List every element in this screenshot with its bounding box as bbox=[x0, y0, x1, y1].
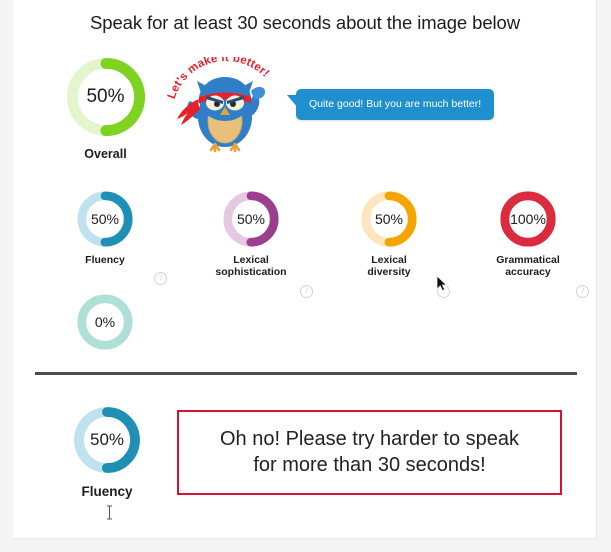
metric-fluency: 50% Fluency bbox=[45, 190, 165, 266]
text-cursor-ibeam bbox=[106, 505, 113, 520]
bottom-section: 50% Fluency Oh no! Please try harder to … bbox=[13, 405, 597, 535]
help-icon-lexical-sophistication[interactable]: ? bbox=[300, 285, 313, 298]
metric-lexical-sophistication-label-line2: sophistication bbox=[215, 266, 287, 279]
bottom-fluency-label: Fluency bbox=[81, 484, 133, 499]
metric-lexical-diversity: 50% Lexical diversity bbox=[329, 190, 449, 278]
metric-grammatical-accuracy-label: Grammatical accuracy bbox=[468, 254, 588, 278]
metric-lexical-sophistication-label: Lexical sophistication bbox=[191, 254, 311, 278]
warning-alert-text: Oh no! Please try harder to speak for mo… bbox=[220, 427, 519, 478]
warning-alert-line1: Oh no! Please try harder to speak bbox=[219, 427, 520, 450]
page-title: Speak for at least 30 seconds about the … bbox=[90, 12, 520, 33]
bottom-fluency-value: 50% bbox=[89, 430, 125, 449]
bottom-fluency-gauge: 50% bbox=[72, 405, 142, 475]
metric-grammatical-accuracy-value: 100% bbox=[510, 211, 546, 227]
overall-gauge: 50% bbox=[64, 55, 148, 139]
metric-fluency-value: 50% bbox=[90, 211, 120, 227]
metric-lexical-diversity-label-line2: diversity bbox=[367, 266, 411, 279]
metric-lexical-sophistication: 50% Lexical sophistication bbox=[191, 190, 311, 278]
content-card: Speak for at least 30 seconds about the … bbox=[13, 0, 597, 539]
metric-zero-gauge: 0% bbox=[76, 293, 134, 351]
ninja-owl-mascot-icon: Let's make it better! bbox=[165, 57, 285, 162]
overall-row: 50% Overall Let's make it better! Quite … bbox=[13, 55, 597, 175]
metric-grammatical-accuracy-gauge: 100% bbox=[499, 190, 557, 248]
warning-alert-box: Oh no! Please try harder to speak for mo… bbox=[177, 410, 562, 495]
metric-lexical-sophistication-gauge: 50% bbox=[222, 190, 280, 248]
help-icon-fluency[interactable]: ? bbox=[154, 272, 167, 285]
metric-fluency-label-line1: Fluency bbox=[85, 254, 125, 266]
metric-grammatical-accuracy-label-line1: Grammatical bbox=[496, 254, 560, 266]
overall-gauge-label: Overall bbox=[84, 147, 127, 161]
bottom-fluency-block: 50% Fluency bbox=[57, 405, 157, 500]
metric-zero: 0% bbox=[45, 293, 165, 351]
metric-lexical-diversity-gauge: 50% bbox=[360, 190, 418, 248]
overall-score-block: 50% Overall bbox=[53, 55, 158, 161]
metric-lexical-diversity-label-line1: Lexical bbox=[371, 254, 407, 266]
metric-grammatical-accuracy: 100% Grammatical accuracy bbox=[468, 190, 588, 278]
feedback-speech-bubble-text: Quite good! But you are much better! bbox=[309, 98, 482, 110]
metric-zero-value: 0% bbox=[94, 314, 116, 330]
feedback-speech-bubble: Quite good! But you are much better! bbox=[286, 89, 495, 120]
mouse-cursor-arrow bbox=[436, 275, 448, 292]
metric-fluency-label: Fluency bbox=[45, 254, 165, 266]
help-icon-grammatical-accuracy[interactable]: ? bbox=[576, 285, 589, 298]
header: Speak for at least 30 seconds about the … bbox=[13, 12, 597, 34]
metric-lexical-diversity-value: 50% bbox=[374, 211, 404, 227]
metric-fluency-gauge: 50% bbox=[76, 190, 134, 248]
metric-lexical-sophistication-value: 50% bbox=[236, 211, 266, 227]
metric-grammatical-accuracy-label-line2: accuracy bbox=[505, 266, 551, 279]
section-divider bbox=[35, 372, 577, 375]
metrics-grid: 50% Fluency 50% Lexical sophistication 5… bbox=[13, 190, 597, 365]
overall-gauge-value: 50% bbox=[86, 86, 125, 107]
app-root: Speak for at least 30 seconds about the … bbox=[0, 0, 611, 552]
metric-lexical-diversity-label: Lexical diversity bbox=[329, 254, 449, 278]
metric-lexical-sophistication-label-line1: Lexical bbox=[233, 254, 269, 266]
warning-alert-line2: for more than 30 seconds! bbox=[253, 453, 486, 476]
